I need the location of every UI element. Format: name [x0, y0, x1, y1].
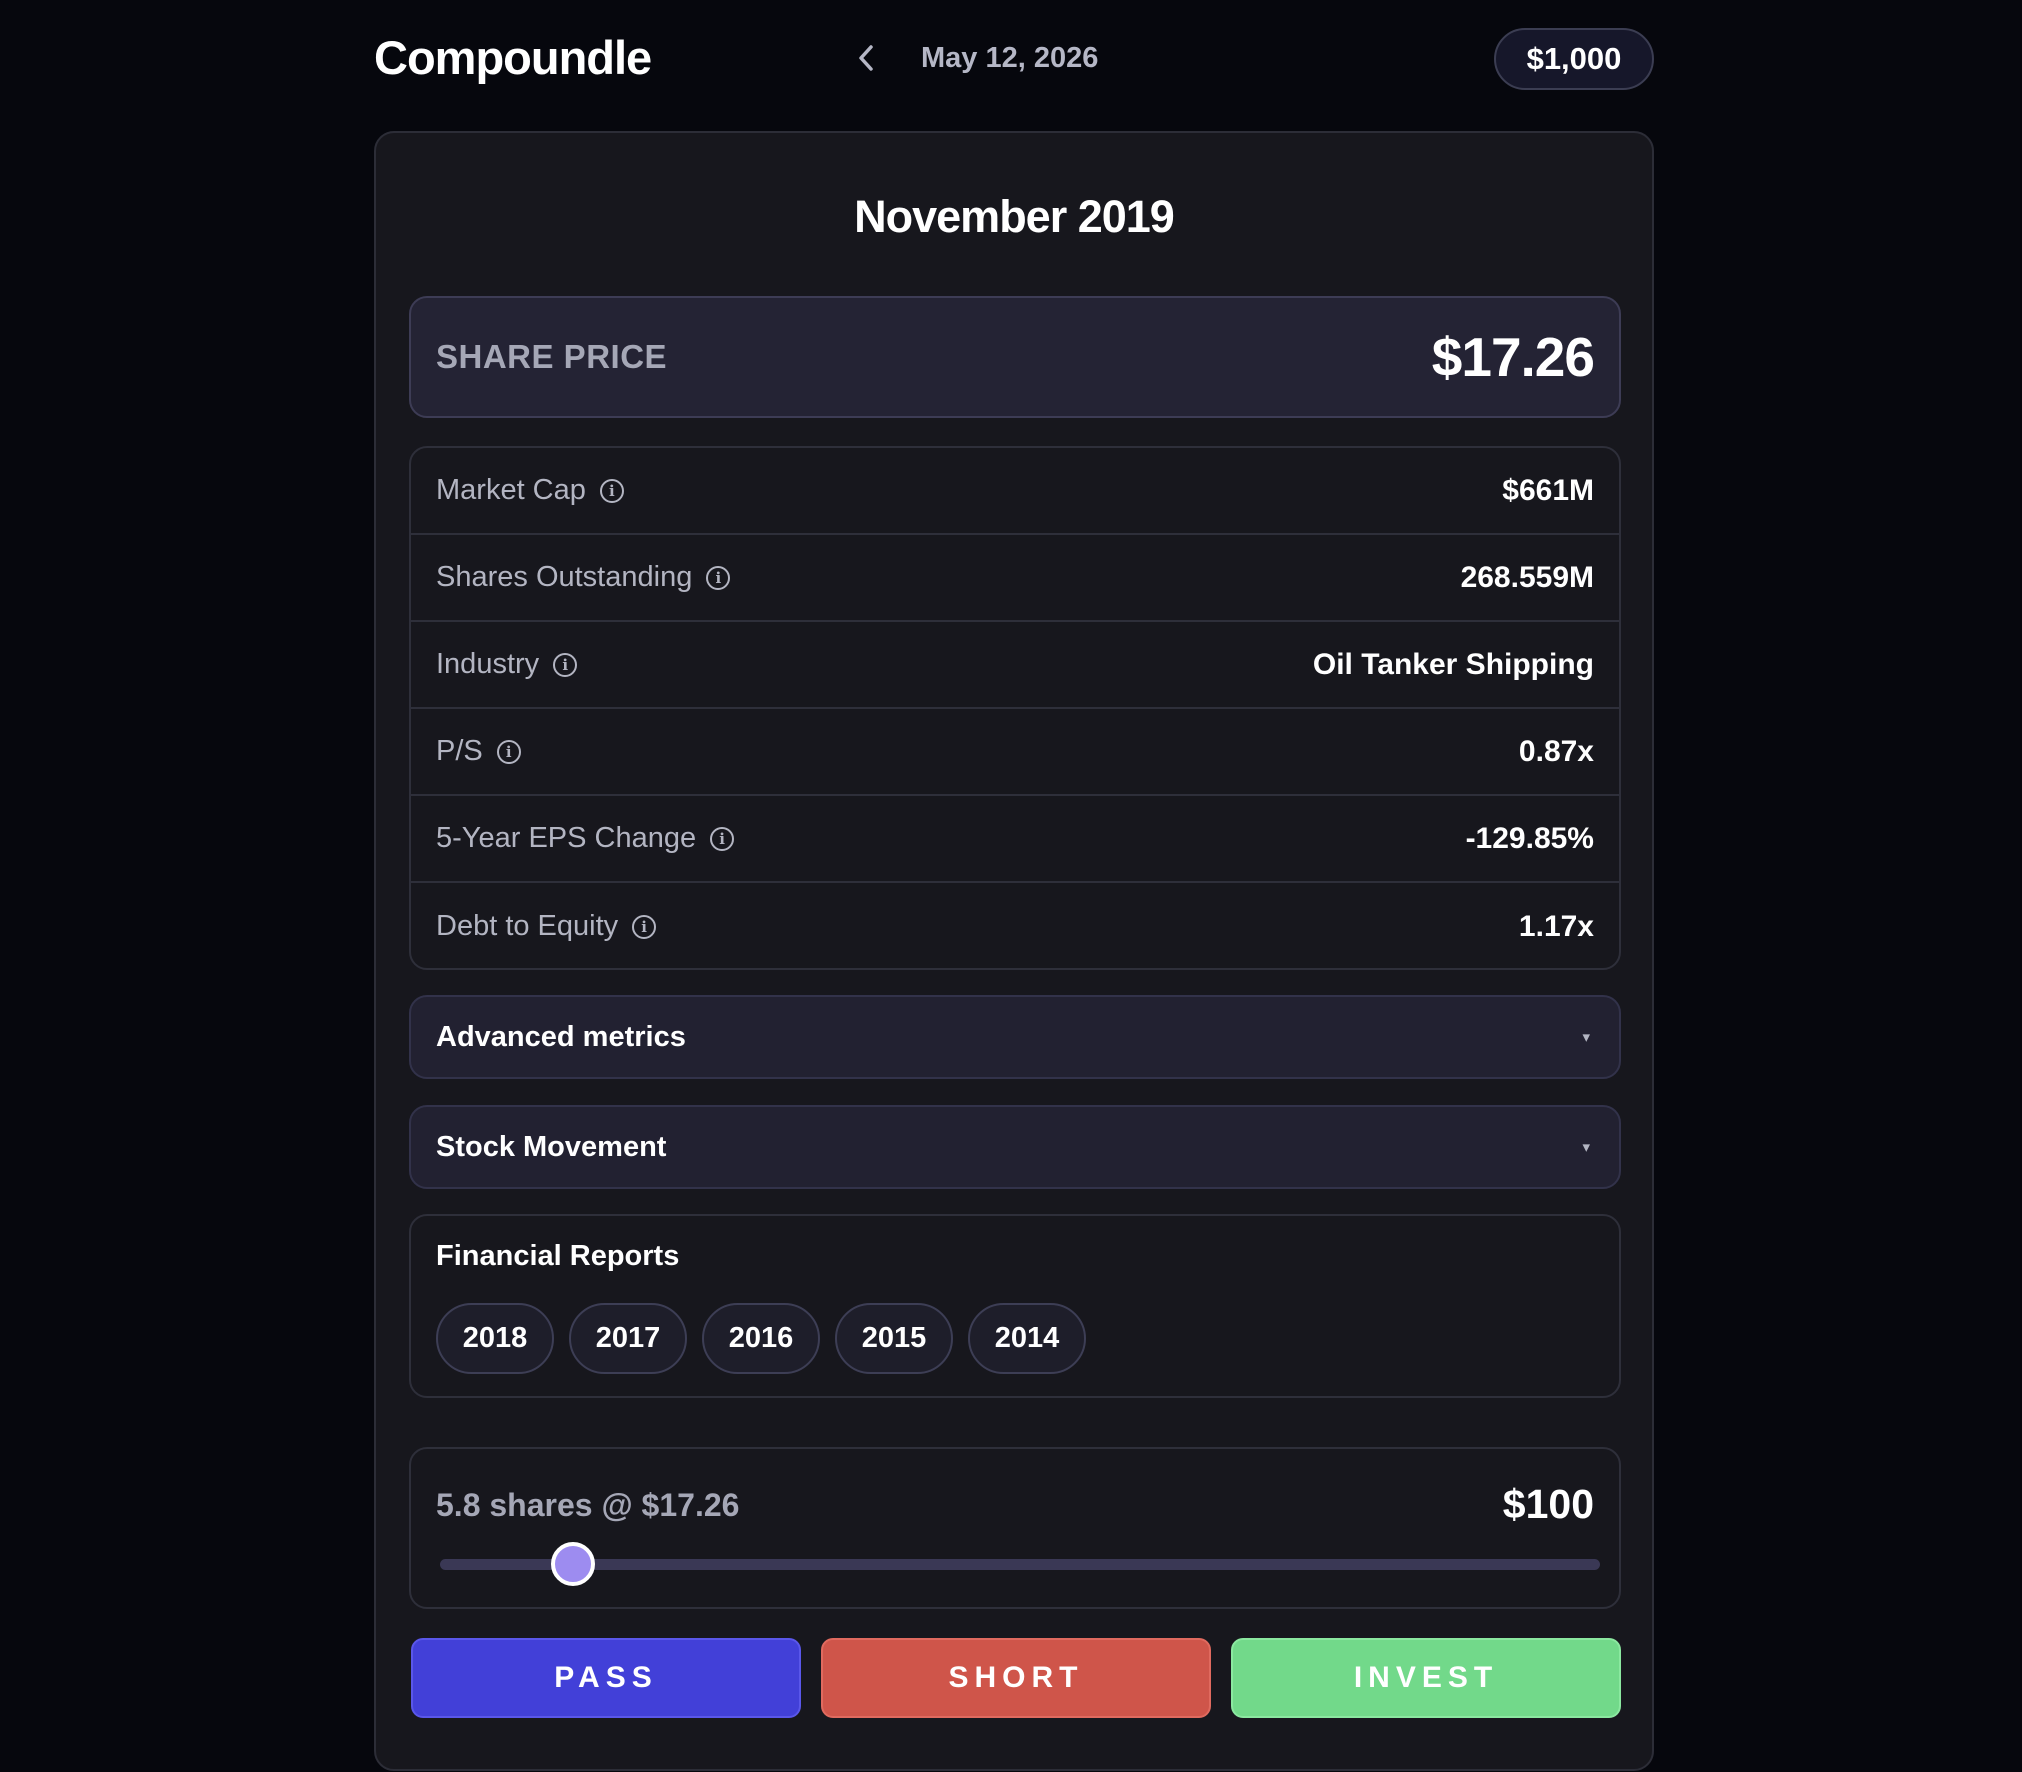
metric-row-debt-to-equity: Debt to Equity i 1.17x [411, 883, 1619, 968]
short-button[interactable]: SHORT [821, 1638, 1211, 1718]
info-icon[interactable]: i [632, 914, 657, 939]
back-button[interactable] [846, 38, 886, 78]
info-icon[interactable]: i [553, 652, 578, 677]
share-price-value: $17.26 [1431, 326, 1595, 388]
info-icon[interactable]: i [496, 739, 521, 764]
trade-amount: $100 [1502, 1481, 1594, 1527]
metric-value: $661M [1502, 473, 1594, 507]
metric-label: P/S [436, 735, 483, 767]
advanced-metrics-accordion[interactable]: Advanced metrics ▾ [409, 995, 1621, 1079]
share-price-label: SHARE PRICE [436, 338, 668, 375]
pass-button[interactable]: PASS [411, 1638, 801, 1718]
report-year-button[interactable]: 2015 [835, 1303, 953, 1374]
metric-value: 0.87x [1518, 734, 1594, 768]
stock-card: November 2019 SHARE PRICE $17.26 Market … [374, 131, 1654, 1771]
metric-label: Debt to Equity [436, 910, 619, 942]
metric-row-eps-change: 5-Year EPS Change i -129.85% [411, 796, 1619, 883]
shares-summary: 5.8 shares @ $17.26 [436, 1487, 740, 1523]
metrics-table: Market Cap i $661M Shares Outstanding i … [409, 446, 1621, 970]
invest-button[interactable]: INVEST [1231, 1638, 1621, 1718]
report-year-button[interactable]: 2014 [968, 1303, 1086, 1374]
amount-slider[interactable] [440, 1542, 1600, 1586]
info-icon[interactable]: i [599, 478, 624, 503]
info-icon[interactable]: i [710, 826, 735, 851]
trade-amount-panel: 5.8 shares @ $17.26 $100 [409, 1447, 1621, 1609]
metric-value: -129.85% [1465, 821, 1594, 855]
metric-row-market-cap: Market Cap i $661M [411, 448, 1619, 535]
current-date: May 12, 2026 [921, 42, 1099, 74]
slider-thumb[interactable] [551, 1542, 596, 1586]
chevron-down-icon: ▾ [1582, 1029, 1590, 1046]
period-title: November 2019 [854, 191, 1175, 242]
balance-badge: $1,000 [1494, 28, 1654, 90]
chevron-down-icon: ▾ [1582, 1139, 1590, 1156]
metric-value: 268.559M [1460, 560, 1594, 594]
metric-value: Oil Tanker Shipping [1312, 647, 1594, 681]
metric-row-shares-outstanding: Shares Outstanding i 268.559M [411, 535, 1619, 622]
app-title: Compoundle [374, 31, 652, 84]
metric-label: Shares Outstanding [436, 561, 693, 593]
accordion-title: Stock Movement [436, 1130, 667, 1163]
financial-reports-title: Financial Reports [436, 1240, 680, 1272]
accordion-title: Advanced metrics [436, 1020, 686, 1053]
chevron-left-icon [859, 45, 873, 71]
report-year-button[interactable]: 2017 [569, 1303, 687, 1374]
report-year-button[interactable]: 2016 [702, 1303, 820, 1374]
share-price-panel: SHARE PRICE $17.26 [409, 296, 1621, 418]
metric-row-industry: Industry i Oil Tanker Shipping [411, 622, 1619, 709]
metric-label: Market Cap [436, 474, 586, 506]
info-icon[interactable]: i [706, 565, 731, 590]
metric-label: 5-Year EPS Change [436, 822, 697, 854]
metric-row-ps: P/S i 0.87x [411, 709, 1619, 796]
metric-value: 1.17x [1518, 909, 1594, 943]
report-year-button[interactable]: 2018 [436, 1303, 554, 1374]
top-bar: Compoundle May 12, 2026 $1,000 [374, 26, 1654, 94]
financial-reports-panel: Financial Reports 2018 2017 2016 2015 20… [409, 1214, 1621, 1398]
stock-movement-accordion[interactable]: Stock Movement ▾ [409, 1105, 1621, 1189]
report-year-list: 2018 2017 2016 2015 2014 [436, 1303, 1101, 1374]
action-buttons: PASS SHORT INVEST [411, 1638, 1621, 1718]
metric-label: Industry [436, 648, 540, 680]
